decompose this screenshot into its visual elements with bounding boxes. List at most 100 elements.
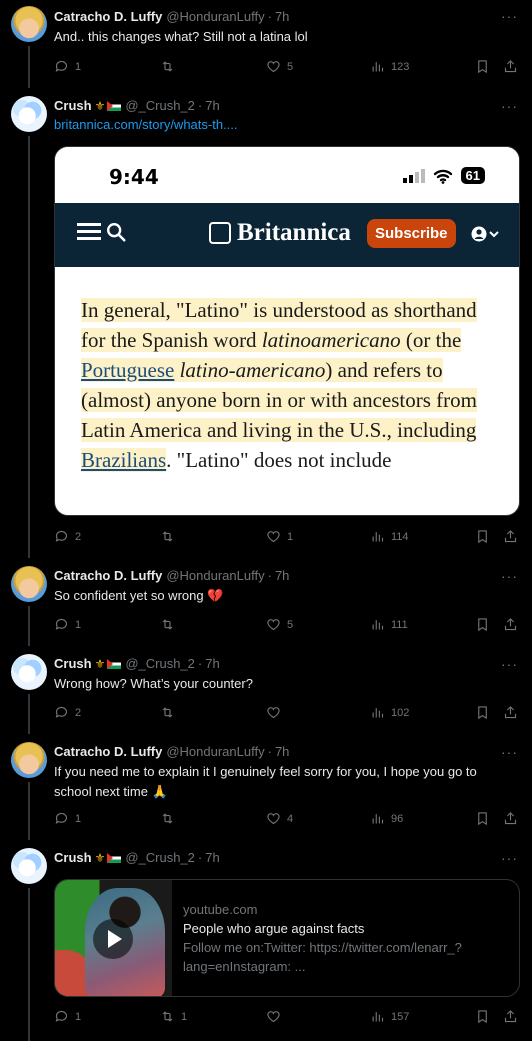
- retweet-button[interactable]: [160, 811, 181, 826]
- views-button[interactable]: 111: [370, 617, 408, 632]
- reply-button[interactable]: 1: [54, 617, 81, 632]
- bookmark-button[interactable]: [475, 529, 490, 544]
- share-button[interactable]: [503, 1009, 518, 1024]
- display-name[interactable]: Crush: [54, 656, 92, 671]
- heart-icon: [267, 531, 280, 543]
- timestamp[interactable]: 7h: [205, 98, 219, 113]
- views-button[interactable]: 123: [370, 59, 409, 74]
- embedded-screenshot[interactable]: 9:44 61 Britannica Subscribe In general,…: [54, 146, 520, 516]
- reply-icon: [55, 60, 68, 72]
- timestamp[interactable]: 7h: [205, 656, 219, 671]
- reply-count: 2: [75, 706, 82, 719]
- avatar[interactable]: [11, 848, 47, 884]
- share-icon: [504, 618, 517, 631]
- more-options-icon[interactable]: ···: [501, 98, 518, 114]
- retweet-button[interactable]: [160, 529, 181, 544]
- views-button[interactable]: 102: [370, 705, 409, 720]
- display-name[interactable]: Crush: [54, 850, 92, 865]
- palestine-flag-emoji: [107, 852, 122, 863]
- timestamp[interactable]: 7h: [275, 744, 289, 759]
- share-button[interactable]: [503, 705, 518, 720]
- reply-button[interactable]: 1: [54, 811, 81, 826]
- play-icon[interactable]: [93, 919, 133, 959]
- views-count: 123: [391, 60, 410, 73]
- link-card-meta: youtube.com People who argue against fac…: [183, 900, 505, 976]
- handle[interactable]: @HonduranLuffy: [166, 744, 264, 759]
- timestamp[interactable]: 7h: [205, 850, 219, 865]
- reply-button[interactable]: 2: [54, 529, 81, 544]
- display-name[interactable]: Crush: [54, 98, 92, 113]
- views-count: 102: [391, 706, 410, 719]
- tweet: Catracho D. Luffy @HonduranLuffy · 7h ··…: [0, 734, 532, 840]
- handle[interactable]: @HonduranLuffy: [166, 9, 264, 24]
- reply-button[interactable]: 2: [54, 705, 81, 720]
- display-name[interactable]: Catracho D. Luffy: [54, 568, 162, 583]
- bookmark-button[interactable]: [475, 811, 490, 826]
- bookmark-button[interactable]: [475, 1009, 490, 1024]
- handle[interactable]: @_Crush_2: [125, 850, 195, 865]
- share-button[interactable]: [503, 529, 518, 544]
- avatar[interactable]: [11, 742, 47, 778]
- more-options-icon[interactable]: ···: [501, 656, 518, 672]
- heart-icon: [267, 1011, 280, 1023]
- display-name[interactable]: Catracho D. Luffy: [54, 9, 162, 24]
- more-options-icon[interactable]: ···: [501, 744, 518, 760]
- timestamp[interactable]: 7h: [275, 9, 289, 24]
- views-button[interactable]: 96: [370, 811, 403, 826]
- crown-emoji: ⚜: [94, 656, 106, 671]
- reply-button[interactable]: 1: [54, 1009, 81, 1024]
- views-button[interactable]: 157: [370, 1009, 409, 1024]
- reply-count: 1: [75, 60, 82, 73]
- like-button[interactable]: 4: [266, 811, 293, 826]
- status-clock: 9:44: [109, 165, 159, 189]
- handle[interactable]: @HonduranLuffy: [166, 568, 264, 583]
- bookmark-button[interactable]: [475, 59, 490, 74]
- tweet: Crush ⚜ @_Crush_2 · 7h ··· Wrong how? Wh…: [0, 646, 532, 734]
- retweet-button[interactable]: 1: [160, 1009, 187, 1024]
- more-options-icon[interactable]: ···: [501, 850, 518, 866]
- share-button[interactable]: [503, 811, 518, 826]
- more-options-icon[interactable]: ···: [501, 568, 518, 584]
- separator: ·: [267, 568, 272, 583]
- bookmark-button[interactable]: [475, 617, 490, 632]
- like-button[interactable]: 1: [266, 529, 293, 544]
- retweet-button[interactable]: [160, 617, 181, 632]
- reply-count: 1: [75, 1010, 82, 1023]
- reply-icon: [55, 1010, 68, 1022]
- views-button[interactable]: 114: [370, 529, 409, 544]
- handle[interactable]: @_Crush_2: [125, 98, 195, 113]
- avatar[interactable]: [11, 6, 47, 42]
- share-button[interactable]: [503, 59, 518, 74]
- display-name[interactable]: Catracho D. Luffy: [54, 744, 162, 759]
- youtube-link-card[interactable]: youtube.com People who argue against fac…: [54, 879, 520, 997]
- ios-status-bar: 9:44 61: [55, 147, 519, 203]
- like-button[interactable]: [266, 1009, 287, 1024]
- retweet-button[interactable]: [160, 705, 181, 720]
- tweet-link[interactable]: britannica.com/story/whats-th....: [54, 115, 512, 135]
- reply-icon: [55, 618, 68, 630]
- reply-count: 2: [75, 530, 82, 543]
- article-excerpt: In general, "Latino" is understood as sh…: [55, 267, 519, 475]
- retweet-button[interactable]: [160, 59, 181, 74]
- tweet-actions: 1 1 157: [54, 1009, 520, 1029]
- avatar[interactable]: [11, 96, 47, 132]
- timestamp[interactable]: 7h: [275, 568, 289, 583]
- reply-count: 1: [75, 812, 82, 825]
- handle[interactable]: @_Crush_2: [125, 656, 195, 671]
- analytics-icon: [372, 814, 384, 824]
- video-thumbnail[interactable]: [55, 880, 172, 996]
- crown-emoji: ⚜: [94, 98, 106, 113]
- share-icon: [504, 1010, 517, 1023]
- more-options-icon[interactable]: ···: [501, 8, 518, 24]
- like-button[interactable]: 5: [266, 59, 293, 74]
- like-button[interactable]: 5: [266, 617, 293, 632]
- britannica-wordmark: Britannica: [237, 219, 351, 246]
- avatar[interactable]: [11, 654, 47, 690]
- share-button[interactable]: [503, 617, 518, 632]
- link-domain: youtube.com: [183, 902, 258, 917]
- like-button[interactable]: [266, 705, 287, 720]
- thread-line: [28, 782, 30, 840]
- bookmark-button[interactable]: [475, 705, 490, 720]
- reply-button[interactable]: 1: [54, 59, 81, 74]
- avatar[interactable]: [11, 566, 47, 602]
